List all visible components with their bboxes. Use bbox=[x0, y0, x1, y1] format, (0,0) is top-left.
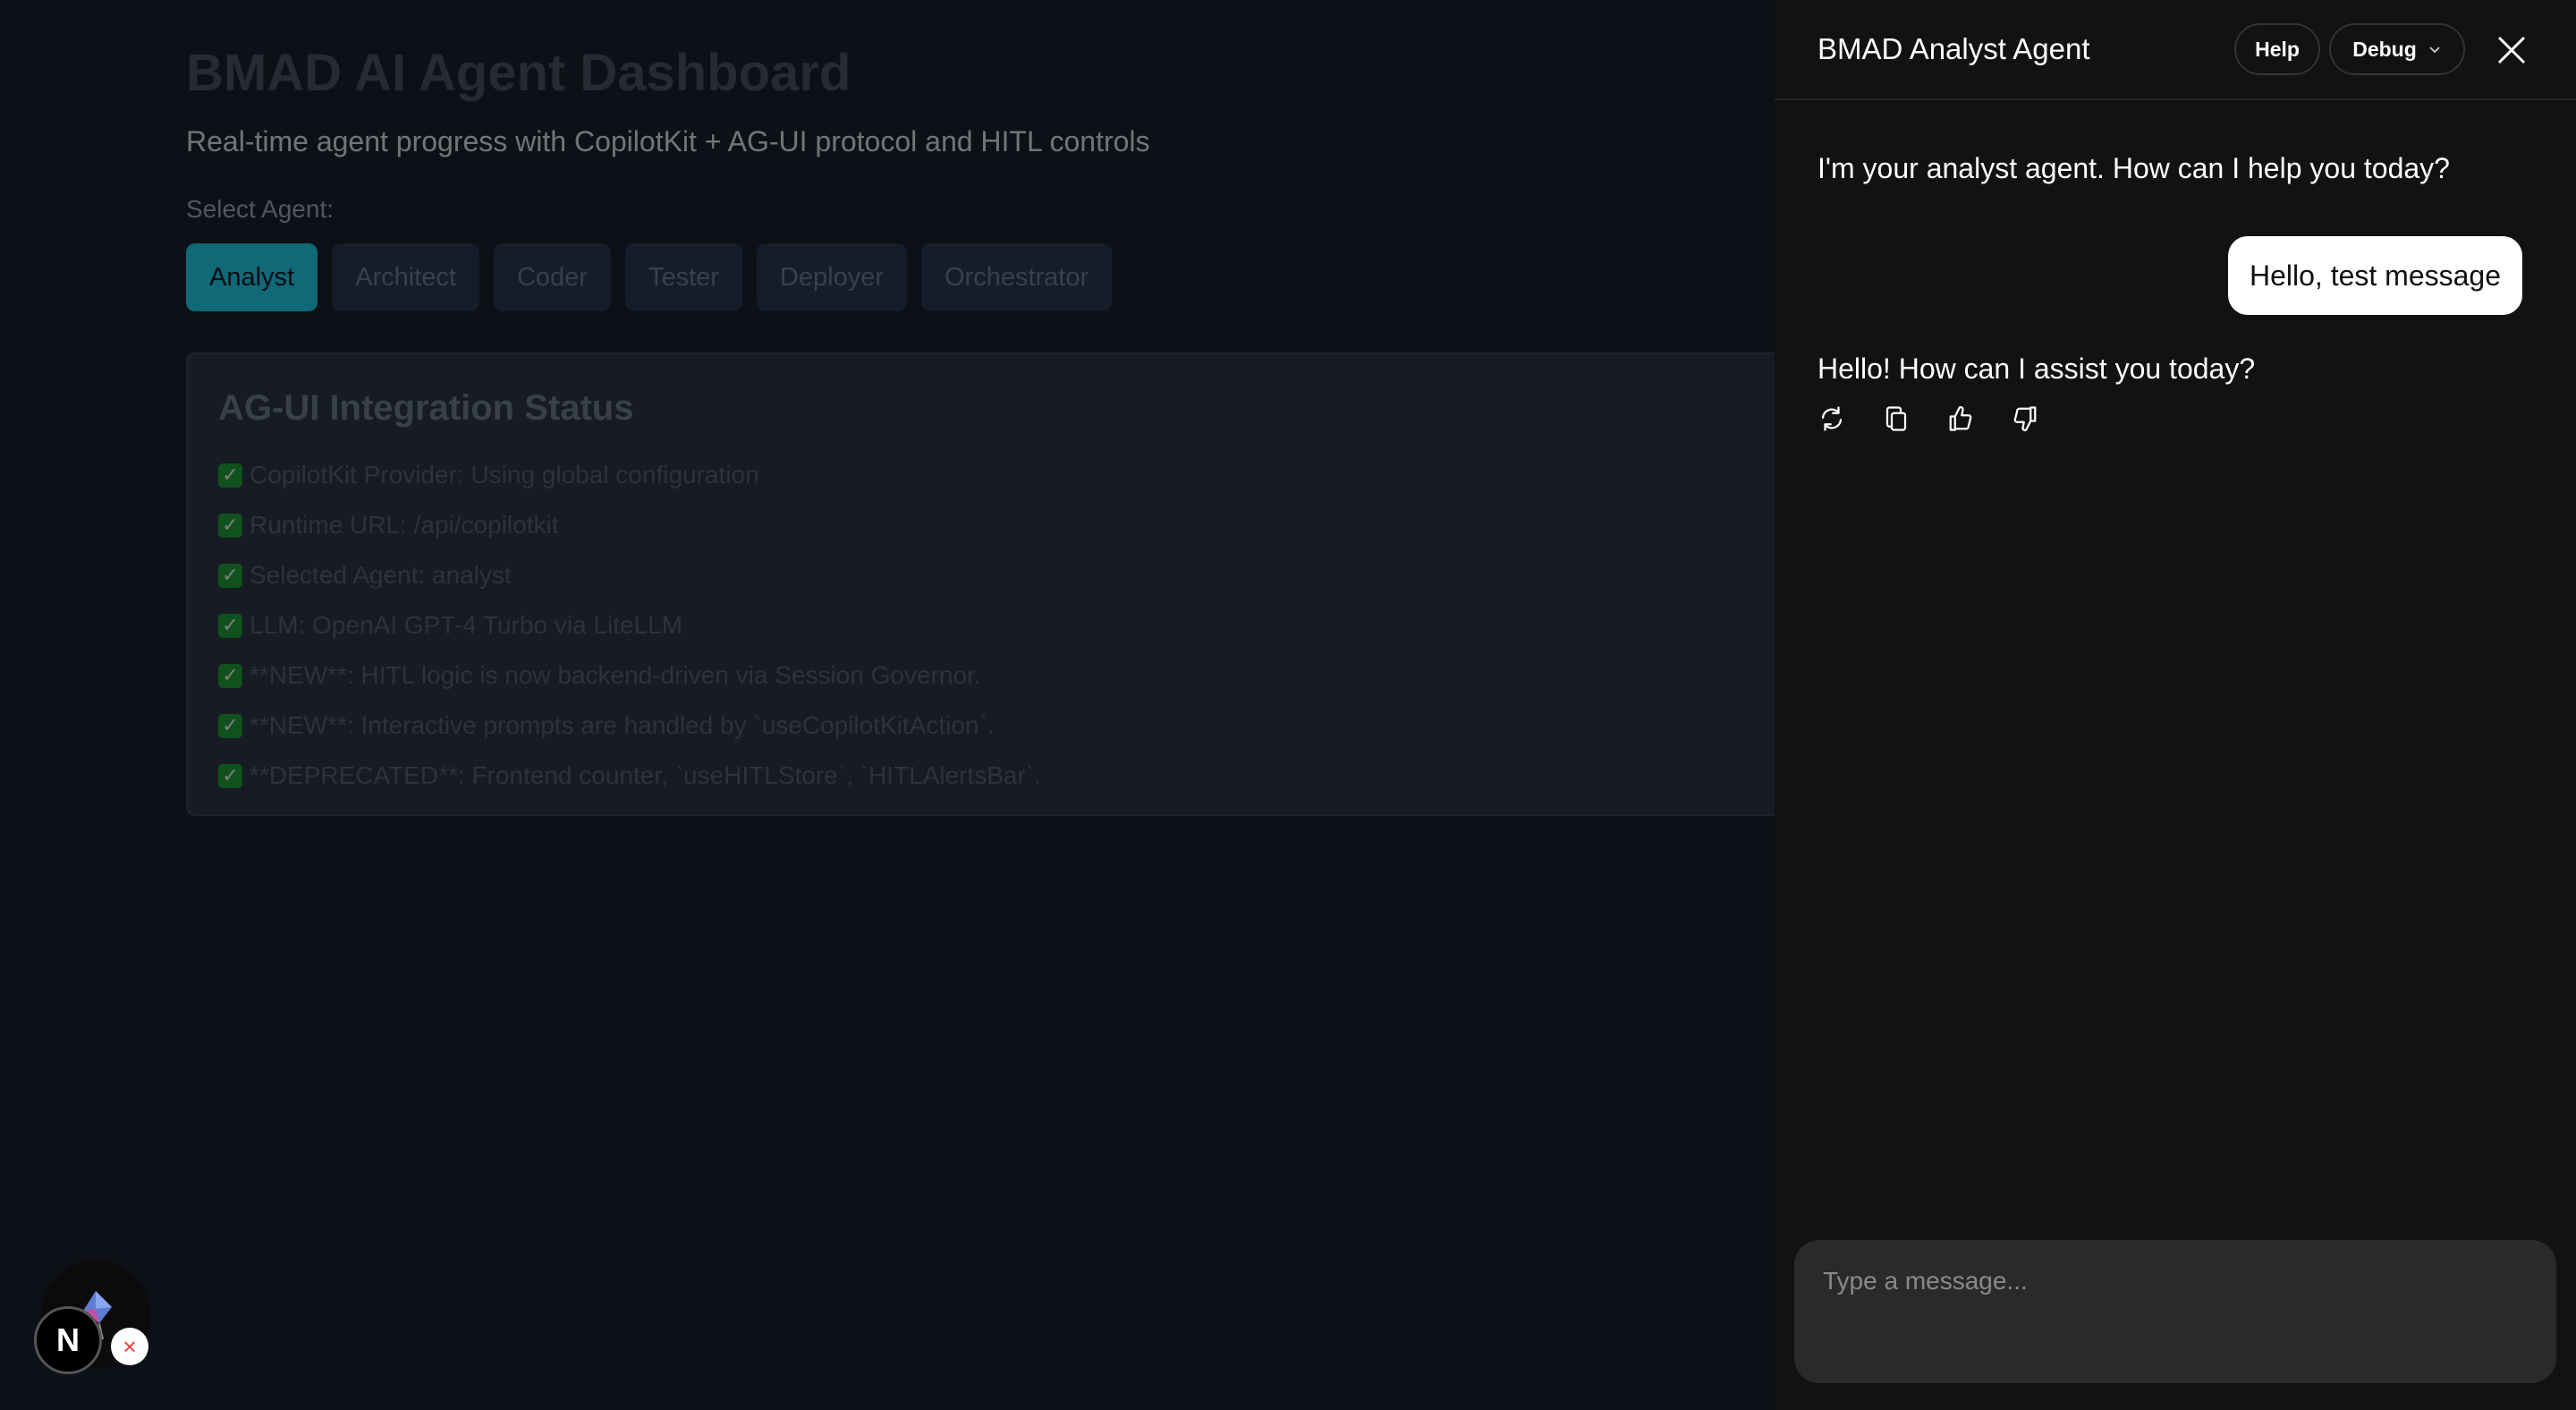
chat-header: BMAD Analyst Agent Help Debug bbox=[1775, 0, 2576, 100]
regenerate-icon bbox=[1821, 406, 1843, 431]
message-actions bbox=[1818, 404, 2039, 433]
help-button[interactable]: Help bbox=[2234, 23, 2320, 75]
debug-dropdown[interactable]: Debug bbox=[2329, 23, 2465, 75]
thumbs-up-button[interactable] bbox=[1946, 404, 1975, 433]
message-composer bbox=[1794, 1240, 2556, 1383]
nextjs-devtools-button[interactable]: N bbox=[34, 1306, 102, 1374]
chevron-down-icon bbox=[2429, 47, 2440, 54]
debug-label: Debug bbox=[2352, 37, 2417, 61]
thumbs-down-icon bbox=[2013, 406, 2037, 431]
regenerate-button[interactable] bbox=[1818, 404, 1846, 433]
message-input[interactable] bbox=[1821, 1265, 2529, 1358]
close-icon bbox=[2497, 36, 2526, 64]
thumbs-down-button[interactable] bbox=[2011, 404, 2039, 433]
copy-icon bbox=[1885, 406, 1907, 431]
assistant-message: I'm your analyst agent. How can I help y… bbox=[1818, 152, 2450, 184]
chat-panel: BMAD Analyst Agent Help Debug I'm your a… bbox=[1775, 0, 2576, 1410]
modal-backdrop[interactable] bbox=[0, 0, 1775, 1410]
copy-button[interactable] bbox=[1882, 404, 1911, 433]
thumbs-up-icon bbox=[1949, 406, 1972, 431]
assistant-message: Hello! How can I assist you today? bbox=[1818, 352, 2256, 385]
dismiss-issue-badge[interactable]: × bbox=[111, 1328, 148, 1365]
user-message: Hello, test message bbox=[2227, 236, 2522, 315]
chat-title: BMAD Analyst Agent bbox=[1818, 32, 2090, 65]
close-chat-button[interactable] bbox=[2490, 29, 2533, 72]
